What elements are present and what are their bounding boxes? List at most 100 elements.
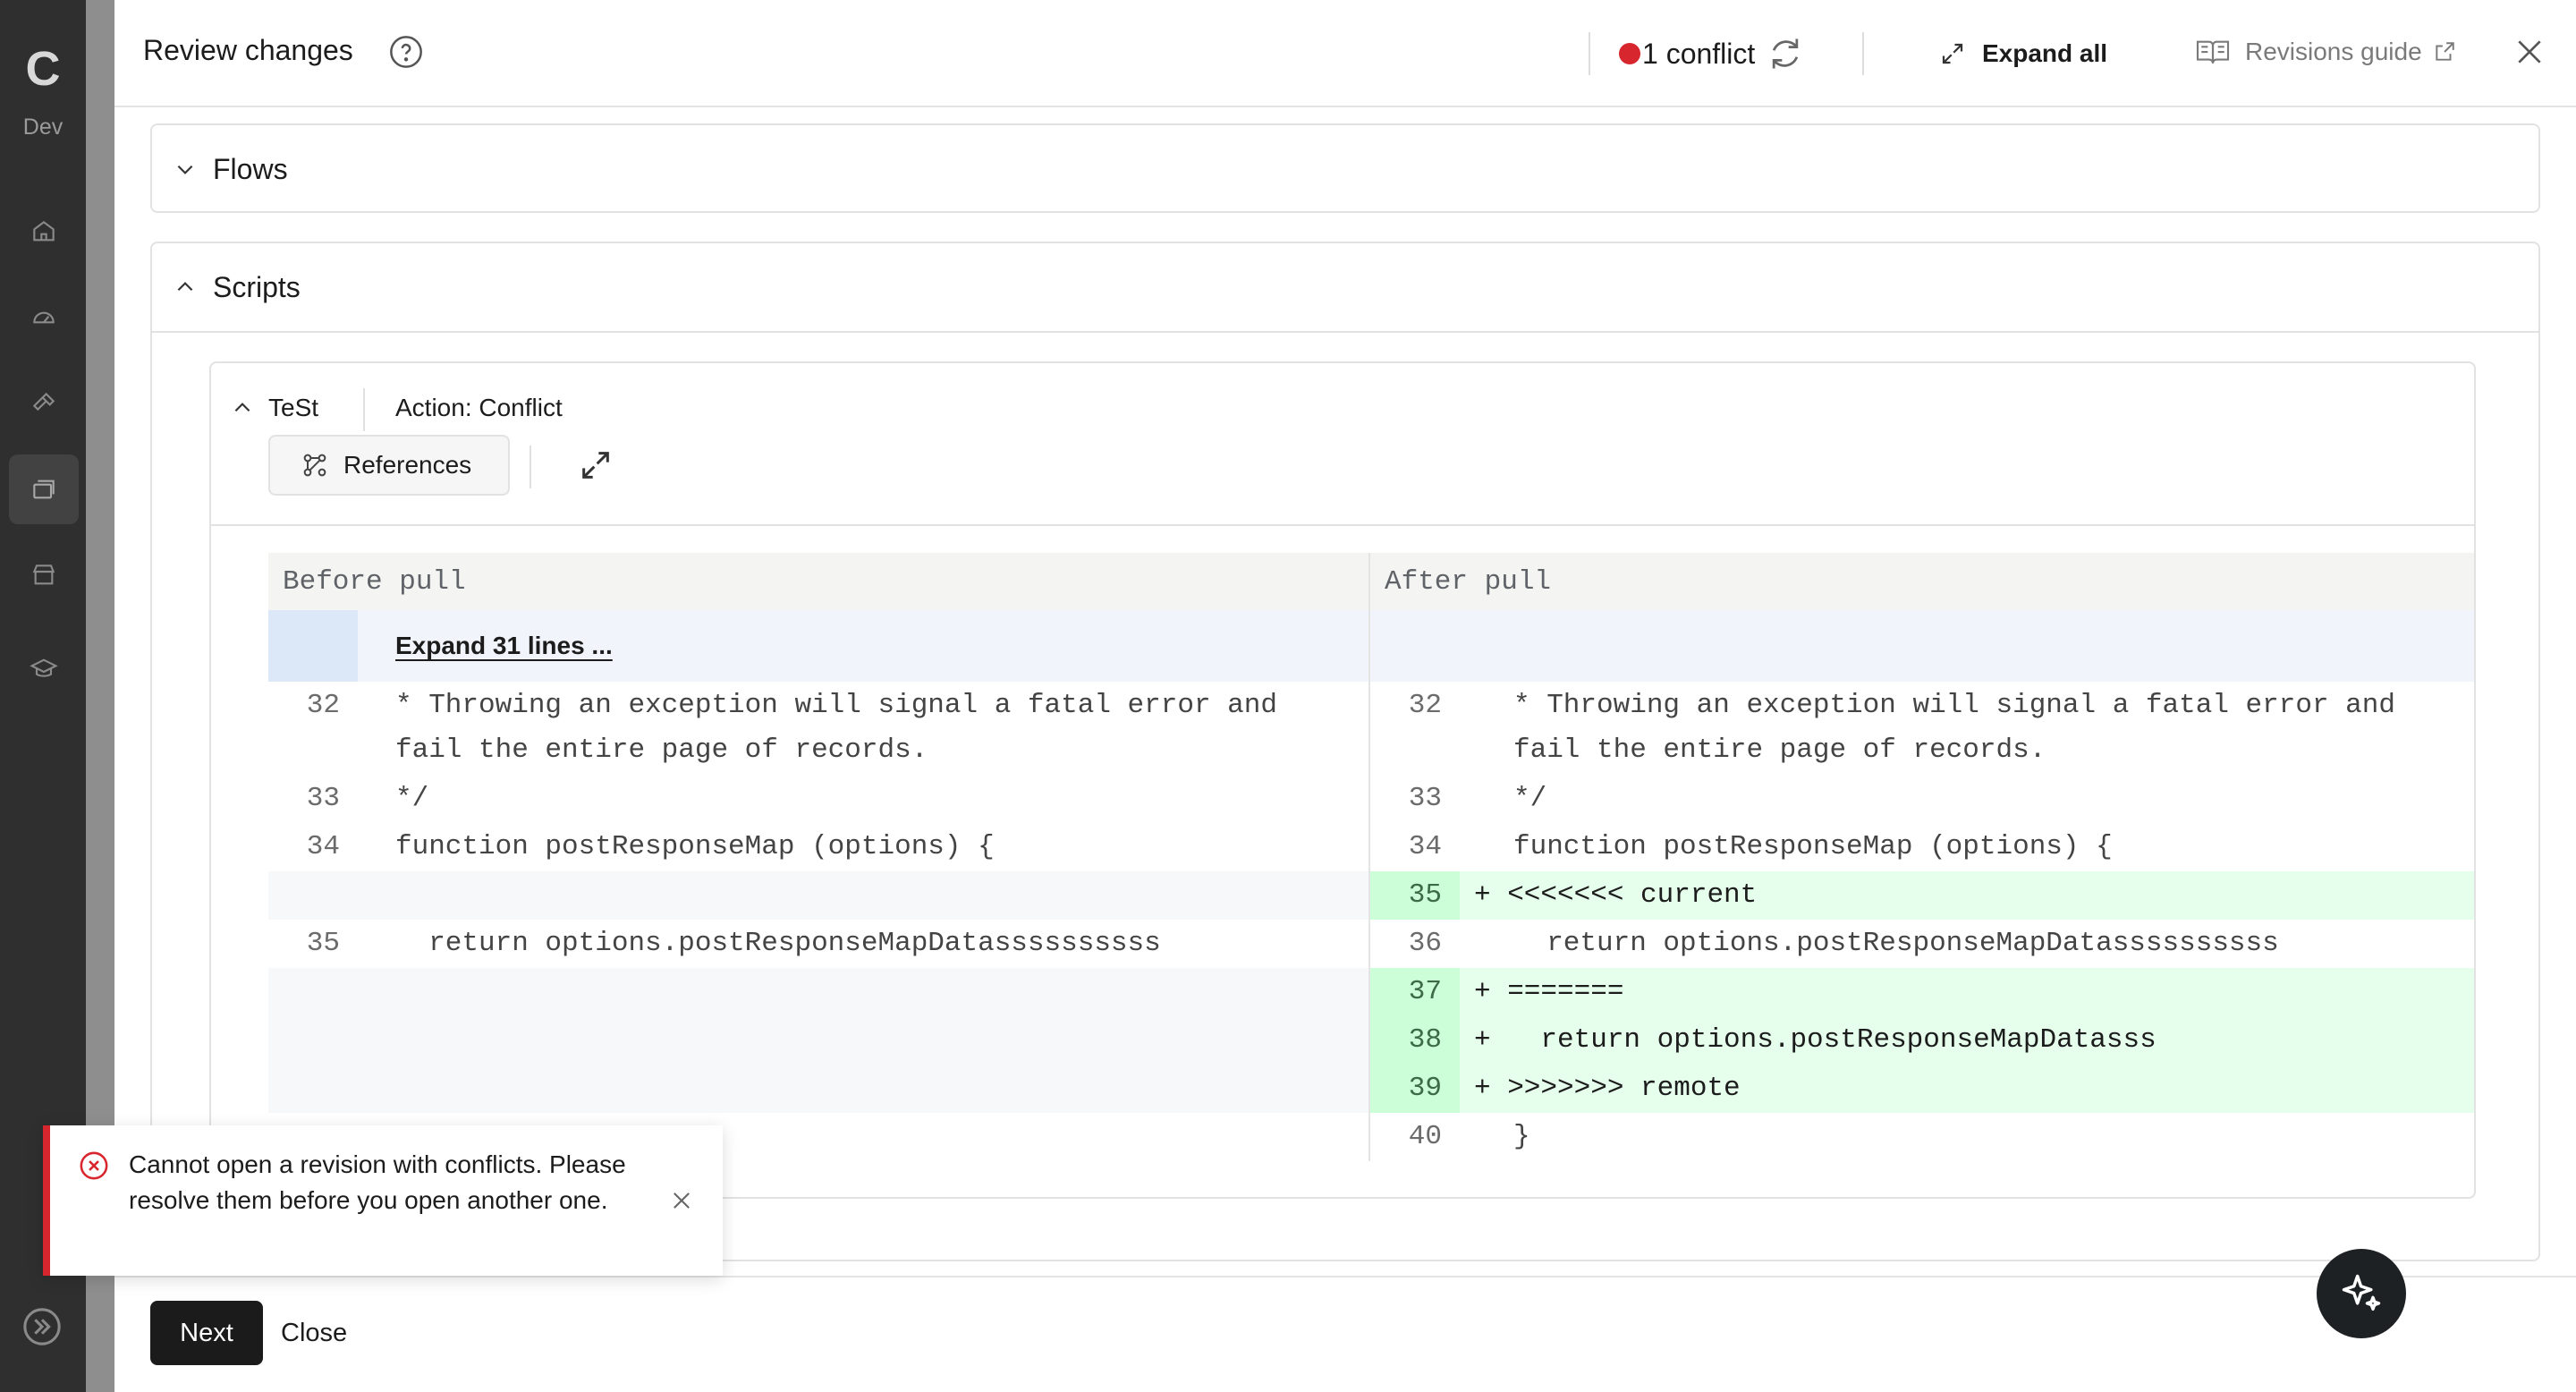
- script-card-toggle[interactable]: TeSt: [231, 394, 318, 422]
- diff-line-right: 34 function postResponseMap (options) {: [1370, 823, 2474, 871]
- refresh-icon[interactable]: [1766, 34, 1805, 73]
- error-toast: Cannot open a revision with conflicts. P…: [43, 1125, 723, 1276]
- expand-lines-row: Expand 31 lines ...: [268, 610, 2474, 682]
- line-number: 33: [306, 783, 340, 814]
- drawer-footer: Next Close: [114, 1249, 2576, 1392]
- nav-tools[interactable]: [9, 369, 79, 438]
- line-number: 34: [306, 831, 340, 862]
- ai-assistant-button[interactable]: [2317, 1249, 2406, 1338]
- close-button[interactable]: Close: [281, 1301, 347, 1365]
- diff-line-added: 39 + >>>>>>> remote: [1370, 1065, 2474, 1113]
- expand-nav-icon[interactable]: [21, 1306, 63, 1347]
- script-action: Action: Conflict: [395, 394, 563, 421]
- learning-icon: [30, 658, 58, 677]
- diff-line-added: 38 + return options.postResponseMapDatas…: [1370, 1016, 2474, 1065]
- card-separator: [363, 388, 365, 431]
- line-number: 38: [1370, 1016, 1460, 1065]
- diff-line-right: fail the entire page of records.: [1370, 726, 2474, 775]
- environment-label: Dev: [22, 115, 64, 140]
- nav-learning[interactable]: [9, 633, 79, 703]
- line-number: 36: [1408, 928, 1442, 959]
- line-code: + return options.postResponseMapDatasss: [1474, 1024, 2157, 1056]
- sparkle-icon: [2342, 1274, 2381, 1311]
- dashboard-icon: [33, 311, 55, 324]
- diff-line-left: 33 */: [268, 775, 1368, 823]
- section-divider: [152, 331, 2538, 333]
- line-code: function postResponseMap (options) {: [1513, 831, 2113, 862]
- chevron-up-icon: [177, 282, 193, 292]
- app: C Dev Review changes 1 conflict Expand a…: [0, 0, 2576, 1392]
- expand-gutter: [268, 610, 358, 682]
- diff-empty-block: [268, 968, 1368, 1113]
- line-code: return options.postResponseMapDatassssss…: [395, 928, 1161, 959]
- diff-line-right: 36 return options.postResponseMapDatasss…: [1370, 920, 2474, 968]
- line-code: function postResponseMap (options) {: [395, 831, 995, 862]
- line-code: fail the entire page of records.: [1513, 734, 2046, 766]
- diff-line-right: 32 * Throwing an exception will signal a…: [1370, 682, 2474, 730]
- expand-all-label: Expand all: [1982, 39, 2108, 67]
- marketplace-icon: [32, 564, 55, 585]
- line-number: 37: [1370, 968, 1460, 1016]
- line-code: * Throwing an exception will signal a fa…: [1513, 690, 2395, 721]
- app-logo: C: [25, 42, 61, 96]
- revisions-guide-label: Revisions guide: [2245, 38, 2422, 65]
- references-button[interactable]: References: [268, 435, 510, 496]
- expand-lines-link[interactable]: Expand 31 lines ...: [395, 632, 613, 660]
- line-number: 34: [1408, 831, 1442, 862]
- diff-line-left: 34 function postResponseMap (options) {: [268, 823, 1368, 871]
- diff-line-added: 37 + =======: [1370, 968, 2474, 1016]
- scripts-section-toggle[interactable]: Scripts: [152, 243, 301, 331]
- help-icon[interactable]: [388, 34, 424, 70]
- line-number: 32: [306, 690, 340, 721]
- card-separator: [530, 446, 531, 488]
- conflict-count: 1 conflict: [1642, 37, 1756, 70]
- before-pull-header: Before pull: [268, 553, 1368, 610]
- line-number: 35: [1370, 871, 1460, 920]
- header-separator: [1589, 32, 1590, 75]
- close-drawer-icon[interactable]: [2512, 34, 2547, 70]
- flows-section-toggle[interactable]: Flows: [152, 125, 288, 213]
- line-code: + >>>>>>> remote: [1474, 1073, 1741, 1104]
- flows-section: Flows: [150, 123, 2540, 213]
- header-separator: [1862, 32, 1864, 75]
- external-link-icon: [2436, 42, 2454, 61]
- diff-line-right: 40 }: [1370, 1113, 2474, 1161]
- line-code: }: [1513, 1121, 1530, 1152]
- diff-line-left: 35 return options.postResponseMapDatasss…: [268, 920, 1368, 968]
- home-icon: [33, 221, 55, 242]
- revisions-guide-link[interactable]: Revisions guide: [2195, 32, 2456, 72]
- chevron-down-icon: [177, 165, 193, 174]
- scripts-section-title: Scripts: [213, 270, 301, 303]
- diff-line-left: fail the entire page of records.: [268, 726, 1368, 775]
- expand-all-button[interactable]: Expand all: [1939, 34, 2107, 73]
- book-icon: [2196, 40, 2230, 64]
- diff-viewer: Before pull After pull Expand 31 lines .…: [268, 553, 2474, 1161]
- nav-home[interactable]: [9, 197, 79, 267]
- fullscreen-icon[interactable]: [578, 447, 614, 483]
- diff-column-divider: [1368, 553, 1370, 1161]
- nav-marketplace[interactable]: [9, 540, 79, 610]
- scripts-section: Scripts TeSt Action: Conflict References: [150, 242, 2540, 1261]
- diff-line-right: 33 */: [1370, 775, 2474, 823]
- page-title: Review changes: [143, 34, 353, 66]
- diff-line-left: 32 * Throwing an exception will signal a…: [268, 682, 1368, 730]
- tools-icon: [32, 392, 55, 412]
- references-icon: [303, 454, 326, 477]
- line-code: * Throwing an exception will signal a fa…: [395, 690, 1277, 721]
- card-divider: [211, 524, 2474, 526]
- close-toast-icon[interactable]: [669, 1188, 694, 1213]
- line-code: + =======: [1474, 976, 1624, 1007]
- line-number: 32: [1408, 690, 1442, 721]
- nav-dashboard[interactable]: [9, 283, 79, 352]
- line-code: */: [395, 783, 429, 814]
- line-code: + <<<<<<< current: [1474, 879, 1758, 911]
- expand-arrows-icon: [1942, 43, 1963, 64]
- next-button[interactable]: Next: [150, 1301, 263, 1365]
- line-code: return options.postResponseMapDatassssss…: [1513, 928, 2279, 959]
- line-number: 39: [1370, 1065, 1460, 1113]
- resources-icon: [33, 480, 55, 499]
- nav-resources[interactable]: [9, 454, 79, 524]
- script-conflict-card: TeSt Action: Conflict References Before …: [209, 361, 2476, 1199]
- line-code: fail the entire page of records.: [395, 734, 928, 766]
- conflict-dot-icon: [1619, 43, 1640, 64]
